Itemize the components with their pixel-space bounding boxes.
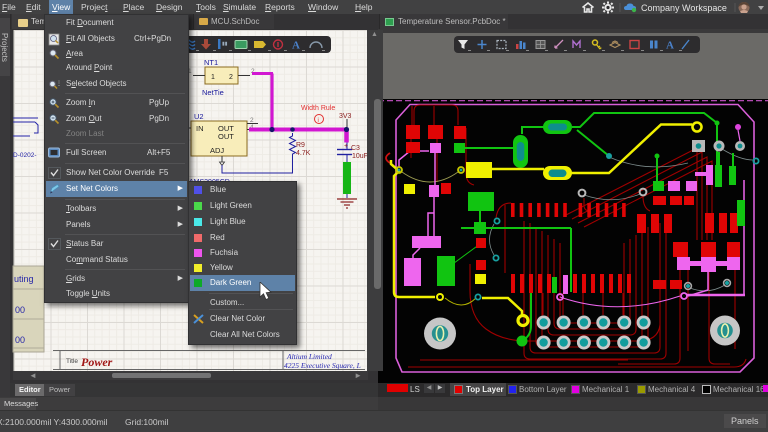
svg-text:ADJ: ADJ xyxy=(210,146,224,155)
svg-text:+: + xyxy=(344,143,348,150)
svg-text:⋮: ⋮ xyxy=(56,81,62,87)
svg-text:2: 2 xyxy=(229,74,233,81)
svg-text:R9: R9 xyxy=(296,142,305,149)
svg-text:NetTie: NetTie xyxy=(202,88,224,97)
svg-text:uting: uting xyxy=(14,274,34,284)
svg-text:4225 Executive Square, L: 4225 Executive Square, L xyxy=(284,361,361,370)
svg-text:Width Rule: Width Rule xyxy=(301,105,335,112)
svg-text:Title: Title xyxy=(66,358,78,365)
svg-text:U2: U2 xyxy=(194,112,204,121)
svg-text:4.7K: 4.7K xyxy=(296,150,311,157)
svg-text:3V3: 3V3 xyxy=(339,113,352,120)
svg-text:D-0202-: D-0202- xyxy=(13,152,36,159)
svg-text:Altium Limited: Altium Limited xyxy=(286,352,332,361)
svg-text:C3: C3 xyxy=(351,145,360,152)
svg-text:A: A xyxy=(666,40,674,52)
svg-text:00: 00 xyxy=(15,305,25,315)
svg-text:2: 2 xyxy=(250,117,254,124)
svg-text:OUT: OUT xyxy=(218,132,234,141)
svg-text:IN: IN xyxy=(196,124,204,133)
svg-text:A: A xyxy=(292,40,300,52)
svg-text:00: 00 xyxy=(15,335,25,345)
svg-text:10uF: 10uF xyxy=(352,153,368,160)
svg-text:▮▮: ▮▮ xyxy=(222,41,228,47)
svg-text:Company Workspace: Company Workspace xyxy=(641,3,727,13)
svg-text:1: 1 xyxy=(211,74,215,81)
svg-text:i: i xyxy=(318,118,319,124)
svg-text:NT1: NT1 xyxy=(204,58,218,67)
svg-text:Power: Power xyxy=(81,355,113,369)
